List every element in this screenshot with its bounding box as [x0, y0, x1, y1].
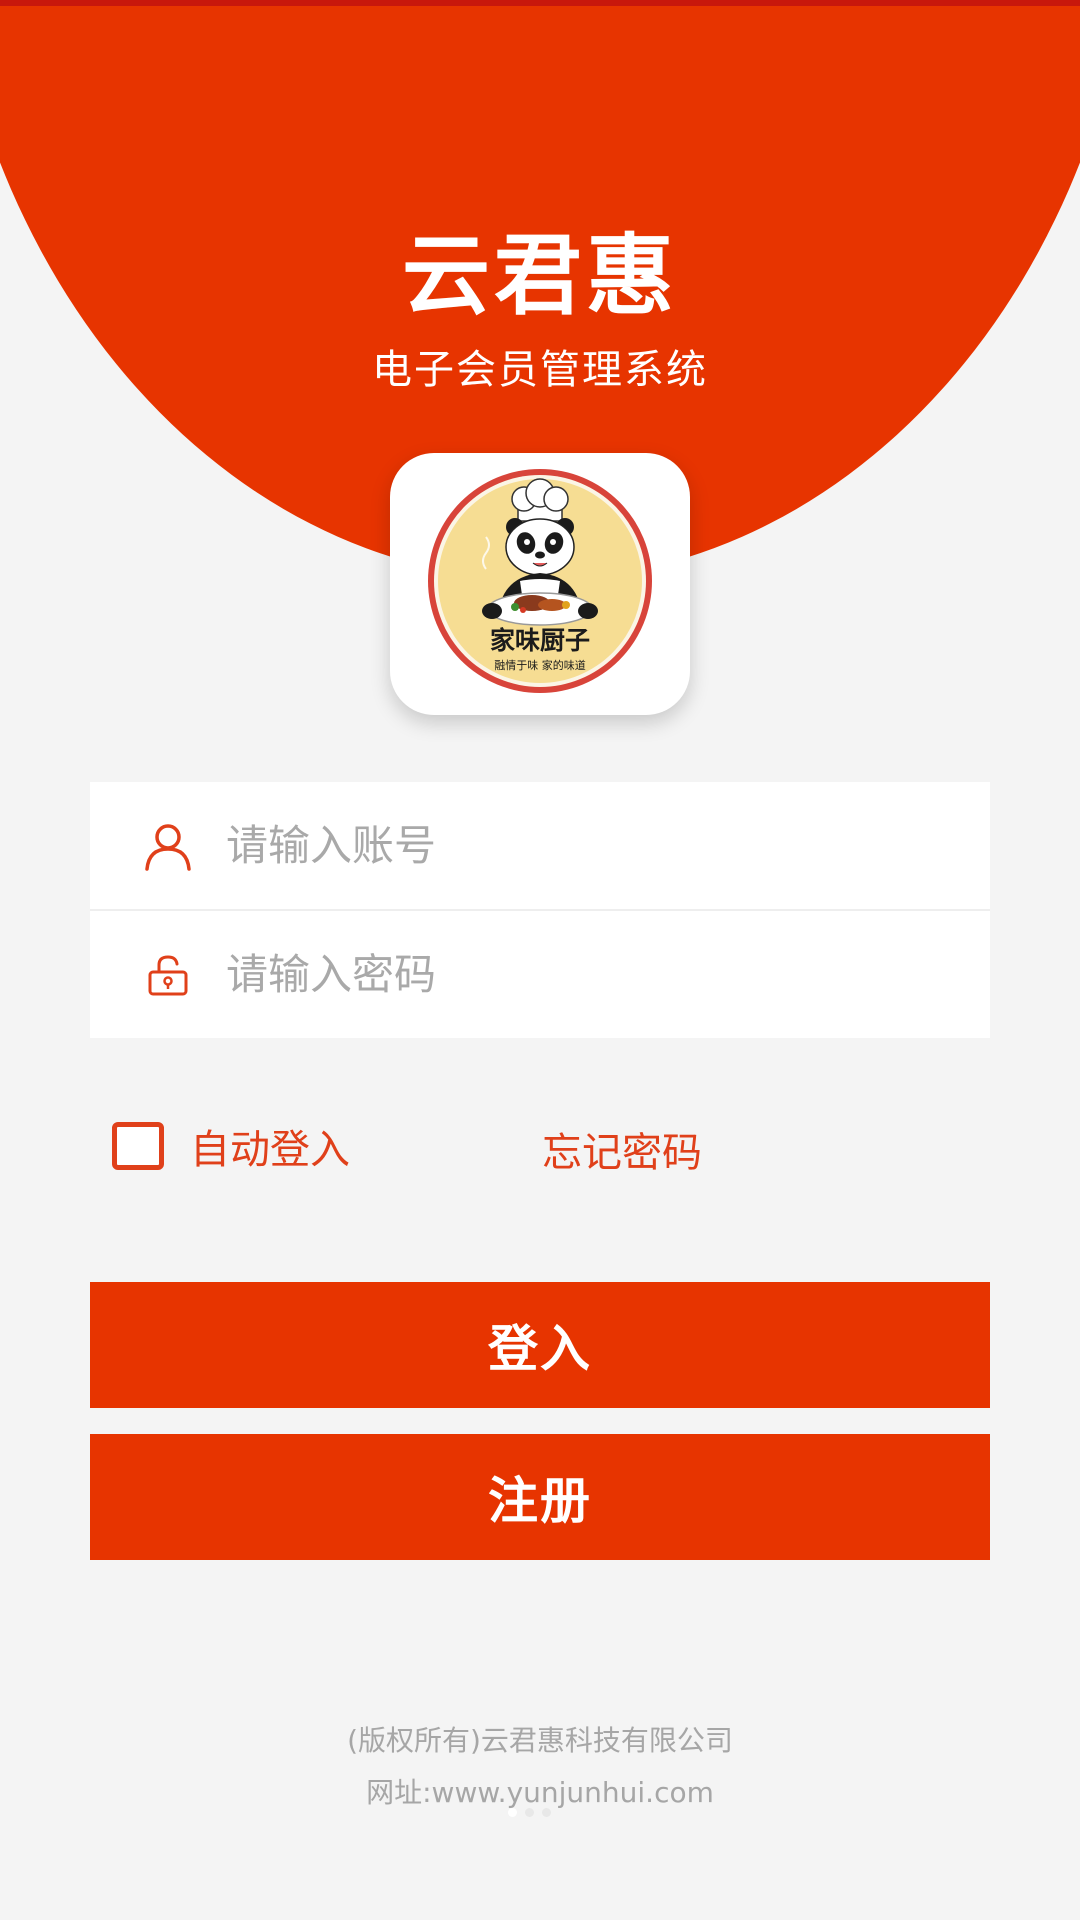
logo-brand-name: 家味厨子 [490, 626, 590, 655]
logo-slogan: 融情于味 家的味道 [494, 658, 586, 672]
app-subtitle: 电子会员管理系统 [372, 347, 708, 393]
page-indicator-dot [525, 1808, 534, 1817]
page-indicator-dot [508, 1808, 517, 1817]
brand-logo-card: 家味厨子 融情于味 家的味道 [390, 453, 690, 715]
account-field [90, 782, 990, 909]
login-button[interactable]: 登入 [90, 1282, 990, 1408]
account-input[interactable] [226, 805, 926, 886]
lock-icon [140, 947, 196, 1003]
status-bar-line [0, 0, 1080, 6]
auto-login-checkbox[interactable] [112, 1122, 164, 1170]
panda-chef-logo: 家味厨子 融情于味 家的味道 [428, 469, 652, 693]
forgot-password-link[interactable]: 忘记密码 [542, 1120, 702, 1178]
auto-login-label: 自动登入 [190, 1127, 350, 1173]
page-indicator-dot [542, 1808, 551, 1817]
auto-login-toggle[interactable]: 自动登入 [112, 1117, 350, 1175]
login-screen: 云君惠 电子会员管理系统 家味厨子 融情于味 家的味道 请输入账号 自动登入 忘… [0, 0, 1080, 1920]
password-field [90, 911, 990, 1038]
register-button[interactable]: 注册 [90, 1434, 990, 1560]
login-form [90, 782, 990, 1038]
password-input[interactable] [226, 934, 926, 1015]
app-title: 云君惠 [401, 224, 678, 327]
login-options: 自动登入 忘记密码 [90, 1112, 990, 1176]
website-text: 网址:www.yunjunhui.com [366, 1776, 714, 1809]
copyright-text: (版权所有)云君惠科技有限公司 [347, 1724, 733, 1757]
page-indicator [508, 1808, 551, 1817]
user-icon [140, 818, 196, 874]
